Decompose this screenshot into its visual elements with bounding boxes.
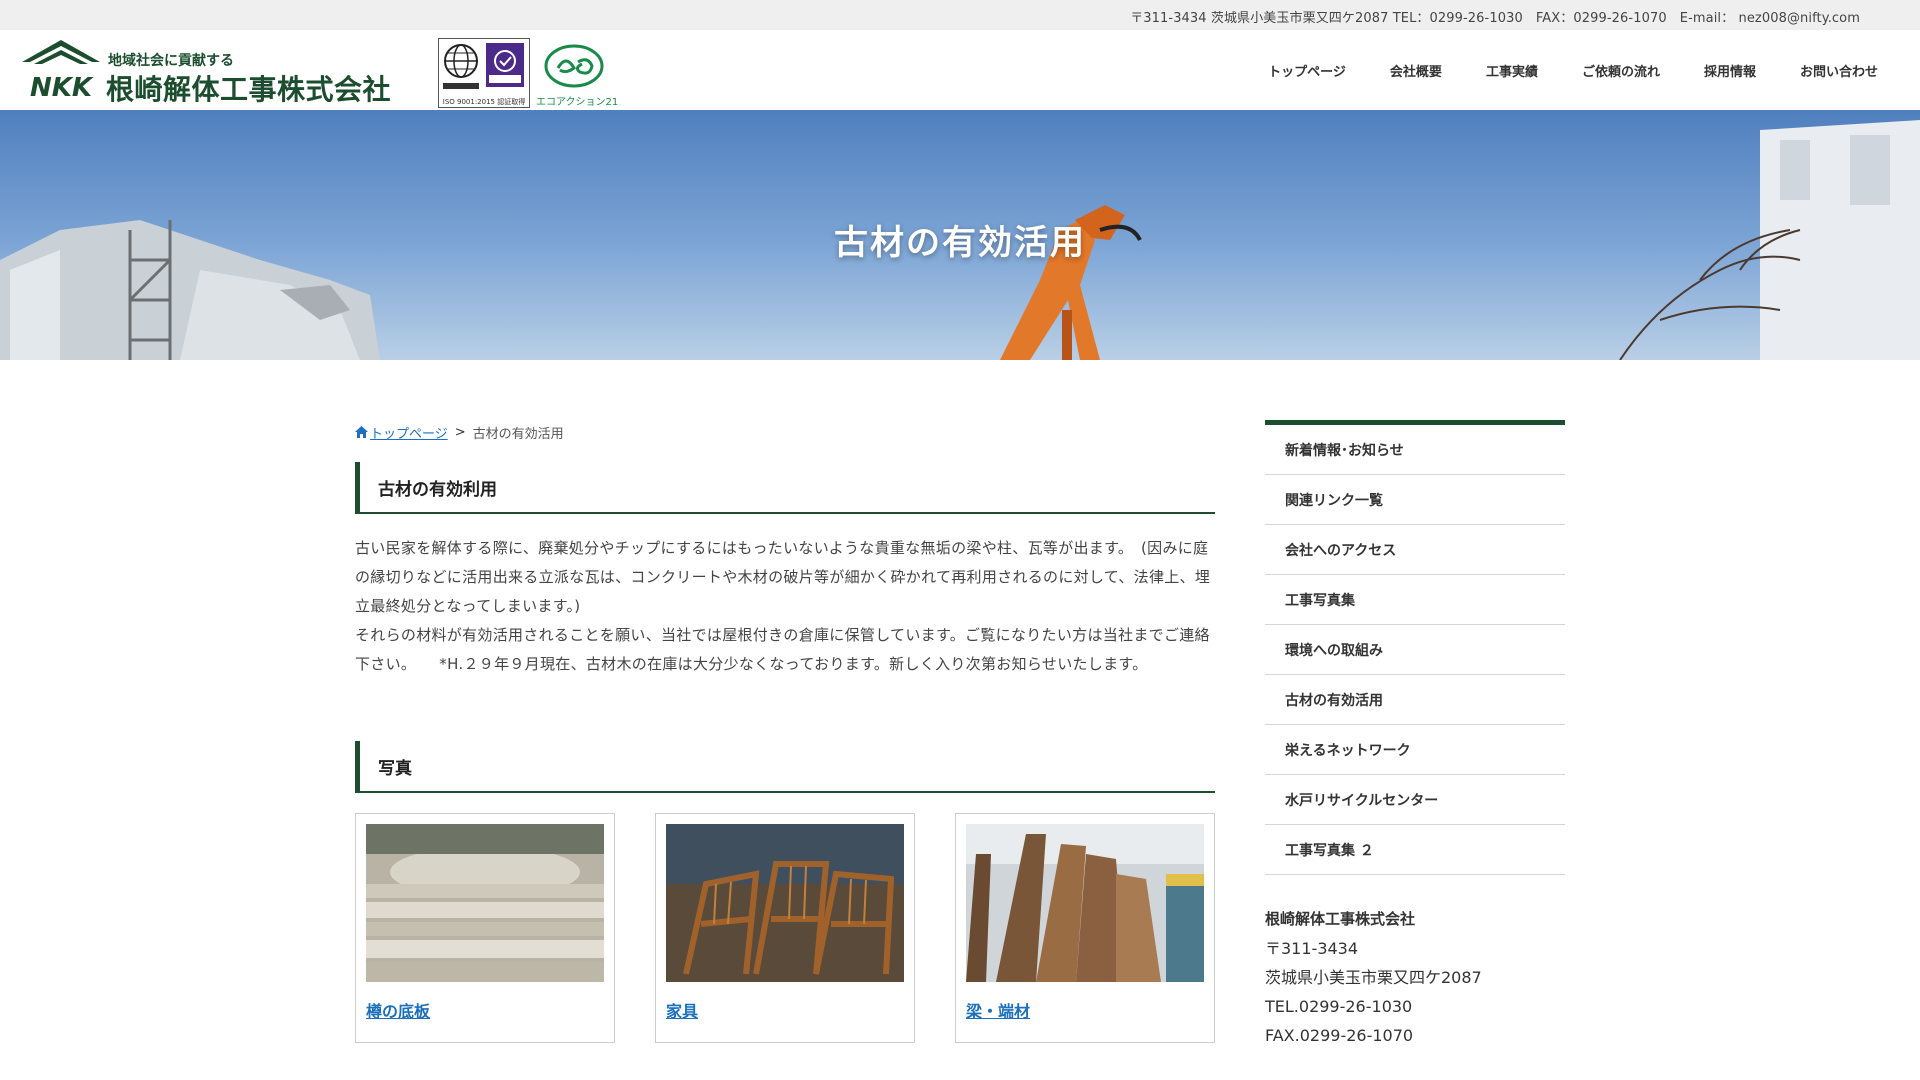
sidebar-item-reuse[interactable]: 古材の有効活用 xyxy=(1265,675,1565,725)
nav-recruitment[interactable]: 採用情報 xyxy=(1682,61,1778,80)
company-address: 茨城県小美玉市栗又四ケ2087 xyxy=(1265,968,1482,987)
logo-mark-text: NKK xyxy=(30,73,94,102)
company-fax: FAX.0299-26-1070 xyxy=(1265,1026,1414,1045)
contact-info: 〒311-3434 茨城県小美玉市栗又四ケ2087 TEL：0299-26-10… xyxy=(1130,11,1860,26)
section-heading-reuse: 古材の有効利用 xyxy=(355,462,1215,514)
nav-works[interactable]: 工事実績 xyxy=(1464,61,1560,80)
gallery-caption-furniture[interactable]: 家具 xyxy=(666,998,904,1022)
company-postal: 〒311-3434 xyxy=(1265,939,1359,958)
sidebar-item-news[interactable]: 新着情報･お知らせ xyxy=(1265,425,1565,475)
gallery-card-beams[interactable]: 梁・端材 xyxy=(955,813,1215,1043)
company-logo-name: 根崎解体工事株式会社 xyxy=(106,73,392,106)
sidebar-item-links[interactable]: 関連リンク一覧 xyxy=(1265,475,1565,525)
gallery-caption-barrel-boards[interactable]: 樽の底板 xyxy=(366,998,604,1022)
photo-beams[interactable] xyxy=(966,824,1204,982)
sidebar-item-photos[interactable]: 工事写真集 xyxy=(1265,575,1565,625)
breadcrumb-home-link[interactable]: トップページ xyxy=(370,423,448,442)
nkk-roof-logo-icon: NKK xyxy=(22,40,100,102)
hero-title: 古材の有効活用 xyxy=(834,223,1086,263)
company-name: 根崎解体工事株式会社 xyxy=(1265,910,1416,928)
nav-top-page[interactable]: トップページ xyxy=(1246,61,1368,80)
nav-request-flow[interactable]: ご依頼の流れ xyxy=(1560,61,1682,80)
site-logo[interactable]: NKK 地域社会に貢献する 根崎解体工事株式会社 xyxy=(20,38,410,106)
main-content: トップページ > 古材の有効活用 古材の有効利用 古い民家を解体する際に、廃棄処… xyxy=(355,420,1215,1043)
sidebar-item-environment[interactable]: 環境への取組み xyxy=(1265,625,1565,675)
sidebar-item-recycle-center[interactable]: 水戸リサイクルセンター xyxy=(1265,775,1565,825)
eco-action-ea-icon xyxy=(544,44,604,88)
sidebar: 新着情報･お知らせ 関連リンク一覧 会社へのアクセス 工事写真集 環境への取組み… xyxy=(1265,420,1565,1050)
breadcrumb-separator: > xyxy=(454,424,466,440)
iso-caption: ISO 9001:2015 認証取得 xyxy=(442,98,526,106)
gallery-caption-beams[interactable]: 梁・端材 xyxy=(966,998,1204,1022)
company-info: 根崎解体工事株式会社 〒311-3434 茨城県小美玉市栗又四ケ2087 TEL… xyxy=(1265,905,1565,1050)
company-tel: TEL.0299-26-1030 xyxy=(1265,997,1413,1016)
sidebar-item-access[interactable]: 会社へのアクセス xyxy=(1265,525,1565,575)
eco-action-caption: エコアクション21 xyxy=(536,97,619,108)
nav-contact[interactable]: お問い合わせ xyxy=(1778,61,1900,80)
logo-tagline: 地域社会に貢献する xyxy=(108,53,234,69)
section-heading-photos: 写真 xyxy=(355,741,1215,793)
gallery-card-furniture[interactable]: 家具 xyxy=(655,813,915,1043)
gallery-card-barrel-boards[interactable]: 樽の底板 xyxy=(355,813,615,1043)
photo-furniture[interactable] xyxy=(666,824,904,982)
breadcrumb-current: 古材の有効活用 xyxy=(472,426,564,442)
sidebar-item-network[interactable]: 栄えるネットワーク xyxy=(1265,725,1565,775)
paragraph-reuse-2: それらの材料が有効活用されることを願い、当社では屋根付きの倉庫に保管しています。… xyxy=(355,626,1210,673)
top-info-bar: 〒311-3434 茨城県小美玉市栗又四ケ2087 TEL：0299-26-10… xyxy=(0,0,1920,30)
eco-action-badge: エコアクション21 xyxy=(536,42,619,108)
sidebar-item-photos-2[interactable]: 工事写真集 ２ xyxy=(1265,825,1565,875)
photo-gallery: 樽の底板 家具 梁・端材 xyxy=(355,813,1215,1043)
iso-certification-badge: ISO 9001:2015 認証取得 xyxy=(438,38,530,108)
breadcrumb: トップページ > 古材の有効活用 xyxy=(355,420,1215,444)
sidebar-menu: 新着情報･お知らせ 関連リンク一覧 会社へのアクセス 工事写真集 環境への取組み… xyxy=(1265,420,1565,875)
hero-banner: 古材の有効活用 xyxy=(0,110,1920,360)
iso-globe-icon xyxy=(443,43,524,89)
nav-company-profile[interactable]: 会社概要 xyxy=(1368,61,1464,80)
site-header: NKK 地域社会に貢献する 根崎解体工事株式会社 ISO 9001:2015 認… xyxy=(0,30,1920,110)
photo-barrel-boards[interactable] xyxy=(366,824,604,982)
home-icon xyxy=(355,426,368,438)
intro-text: 古い民家を解体する際に、廃棄処分やチップにするにはもったいないような貴重な無垢の… xyxy=(355,534,1215,679)
main-navigation: トップページ 会社概要 工事実績 ご依頼の流れ 採用情報 お問い合わせ xyxy=(1246,30,1900,110)
paragraph-reuse-1: 古い民家を解体する際に、廃棄処分やチップにするにはもったいないような貴重な無垢の… xyxy=(355,539,1211,615)
